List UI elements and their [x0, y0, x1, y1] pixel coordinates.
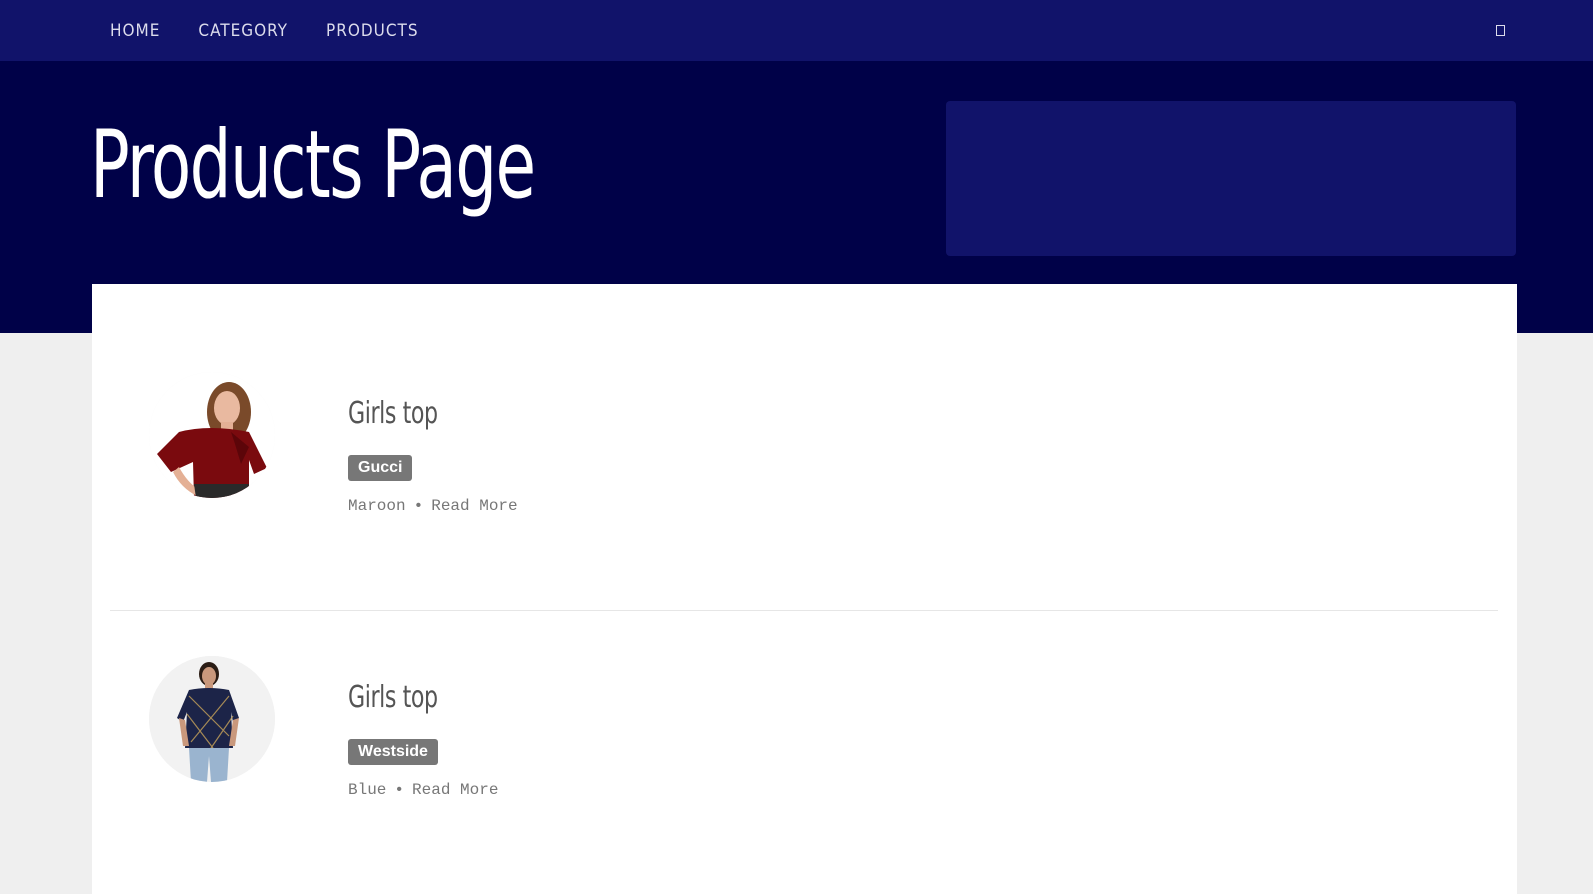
product-meta: Maroon • Read More — [348, 497, 518, 515]
nav-link-category[interactable]: CATEGORY — [198, 21, 288, 41]
brand-badge: Westside — [348, 739, 438, 765]
product-title[interactable]: Girls top — [348, 680, 438, 715]
top-navbar: HOME CATEGORY PRODUCTS — [0, 0, 1593, 61]
nav-link-products[interactable]: PRODUCTS — [326, 21, 419, 41]
product-meta: Blue • Read More — [348, 781, 498, 799]
product-title[interactable]: Girls top — [348, 396, 438, 431]
product-item: Girls top Westside Blue • Read More — [92, 568, 1517, 852]
read-more-link[interactable]: Read More — [412, 781, 498, 799]
hero-panel — [946, 101, 1516, 256]
products-list: Girls top Gucci Maroon • Read More Girls… — [92, 284, 1517, 894]
product-image[interactable] — [149, 656, 275, 782]
product-image[interactable] — [149, 372, 275, 498]
page-title: Products Page — [90, 111, 536, 220]
nav-link-home[interactable]: HOME — [110, 21, 160, 41]
square-icon[interactable] — [1496, 25, 1505, 36]
product-color: Blue — [348, 781, 387, 799]
meta-separator: • — [413, 497, 424, 515]
blue-check-top-model-image — [149, 656, 275, 782]
read-more-link[interactable]: Read More — [431, 497, 517, 515]
brand-badge: Gucci — [348, 455, 413, 481]
meta-separator: • — [394, 781, 405, 799]
maroon-top-model-image — [149, 372, 275, 498]
nav-links: HOME CATEGORY PRODUCTS — [110, 0, 457, 61]
product-color: Maroon — [348, 497, 406, 515]
product-item: Girls top Gucci Maroon • Read More — [92, 284, 1517, 568]
